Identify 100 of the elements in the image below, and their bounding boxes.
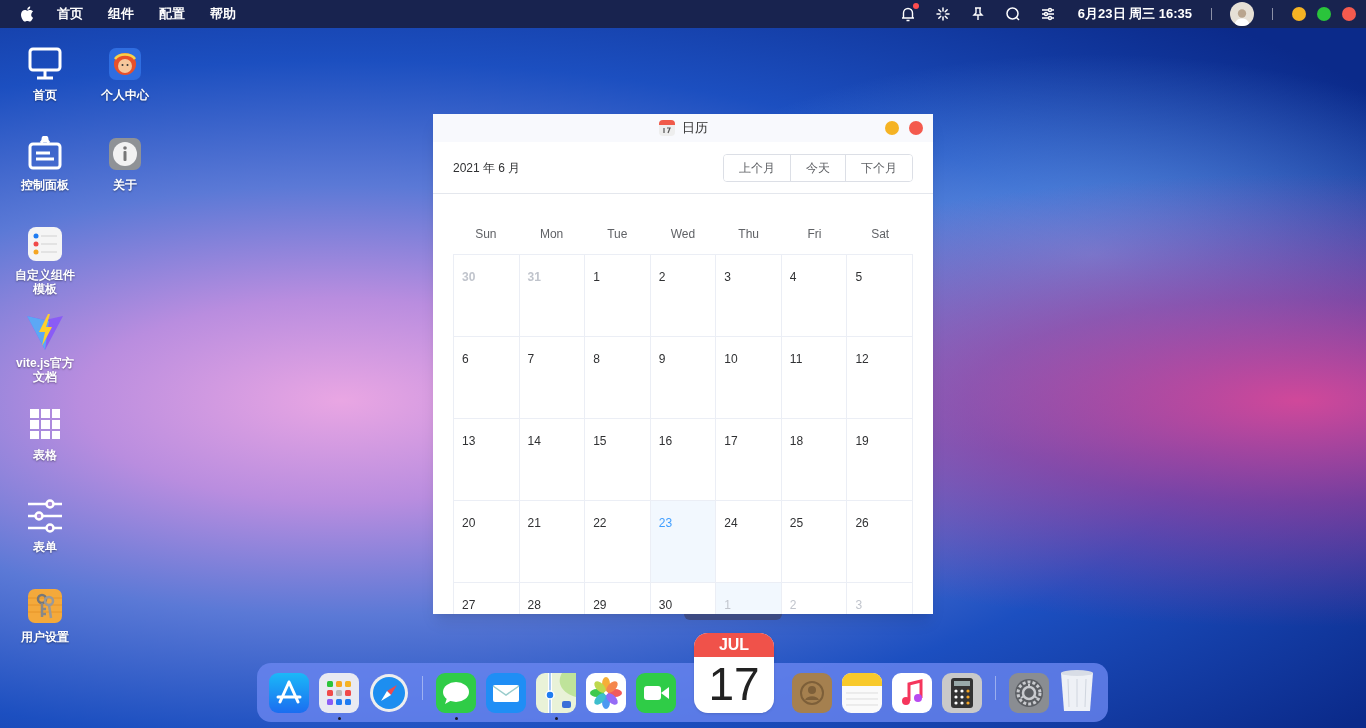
pin-icon[interactable] [969, 6, 986, 22]
day-cell[interactable]: 13 [454, 419, 520, 501]
user-avatar[interactable] [1230, 2, 1254, 26]
loading-spinner-icon[interactable] [934, 6, 951, 22]
speech-bubble-icon[interactable] [436, 673, 476, 713]
menu-item[interactable]: 组件 [108, 4, 134, 24]
calendar-day-text: 17 [708, 657, 760, 711]
day-cell[interactable]: 20 [454, 501, 520, 583]
weekday-header: Sat [871, 226, 890, 243]
day-number: 23 [658, 516, 673, 530]
weekday-header: Tue [607, 226, 628, 243]
day-cell[interactable]: 16 [650, 419, 717, 501]
weekday-header: Fri [807, 226, 822, 243]
day-cell[interactable]: 2 [650, 255, 717, 337]
day-number: 7 [527, 352, 535, 366]
day-cell[interactable]: 24 [716, 501, 782, 583]
window-resize-handle[interactable] [684, 614, 782, 620]
menu-item[interactable]: 首页 [57, 4, 83, 24]
day-cell[interactable]: 27 [454, 583, 520, 614]
day-number: 26 [855, 516, 869, 530]
envelope-icon[interactable] [486, 673, 526, 713]
notepad-icon[interactable] [842, 673, 882, 713]
day-cell[interactable]: 7 [519, 337, 586, 419]
day-cell[interactable]: 5 [847, 255, 913, 337]
desktop-icon-label[interactable]: 关于 [95, 178, 155, 192]
day-cell[interactable]: 22 [585, 501, 651, 583]
menu-item[interactable]: 帮助 [210, 4, 236, 24]
day-number: 9 [658, 352, 666, 366]
day-number: 14 [527, 434, 541, 448]
day-cell[interactable]: 30 [650, 583, 717, 614]
list-app-icon[interactable] [28, 227, 62, 261]
close-button[interactable] [909, 121, 923, 135]
day-cell[interactable]: 1 [585, 255, 651, 337]
desktop-icon-label[interactable]: 用户设置 [15, 630, 75, 644]
close-button[interactable] [1342, 7, 1356, 21]
weekday-header: Thu [738, 226, 760, 243]
desktop-icon-label[interactable]: 表单 [15, 540, 75, 554]
calendar-app-icon[interactable]: JUL 17 [694, 633, 774, 713]
month-label: 2021 年 6 月 [453, 159, 521, 177]
monitor-icon[interactable] [27, 46, 63, 82]
map-icon[interactable] [536, 673, 576, 713]
video-camera-icon[interactable] [636, 673, 676, 713]
day-cell[interactable]: 28 [519, 583, 586, 614]
calendar-icon [658, 119, 676, 137]
gear-icon[interactable] [1009, 673, 1049, 713]
settings-sliders-icon[interactable] [1039, 6, 1056, 22]
day-number: 12 [855, 352, 869, 366]
day-number: 28 [527, 598, 541, 612]
day-number: 21 [527, 516, 541, 530]
app-store-icon[interactable] [269, 673, 309, 713]
day-number: 10 [724, 352, 738, 366]
day-number: 30 [462, 270, 476, 284]
day-cell[interactable]: 12 [847, 337, 913, 419]
day-cell[interactable]: 14 [519, 419, 586, 501]
day-number: 19 [855, 434, 869, 448]
menu-item[interactable]: 配置 [159, 4, 185, 24]
day-number: 15 [593, 434, 607, 448]
day-number: 31 [527, 270, 541, 284]
grid-icon[interactable] [29, 408, 61, 440]
sliders-icon[interactable] [27, 499, 63, 533]
day-cell[interactable]: 9 [650, 337, 717, 419]
window-title: 日历 [682, 119, 708, 138]
cartoon-app-icon[interactable] [109, 48, 141, 80]
day-number: 5 [855, 270, 863, 284]
nav-button[interactable]: 下个月 [845, 154, 912, 181]
minimize-button[interactable] [1292, 7, 1306, 21]
signboard-icon[interactable] [27, 136, 63, 172]
weekday-header: Sun [475, 226, 497, 243]
keys-icon[interactable] [28, 589, 62, 623]
lightning-triangle-icon[interactable] [25, 312, 65, 352]
day-number: 22 [593, 516, 607, 530]
day-cell[interactable]: 3 [716, 255, 782, 337]
desktop-icon-label[interactable]: 首页 [15, 88, 75, 102]
day-cell[interactable]: 15 [585, 419, 651, 501]
day-cell[interactable]: 21 [519, 501, 586, 583]
day-cell[interactable]: 19 [847, 419, 913, 501]
music-note-icon[interactable] [892, 673, 932, 713]
maximize-button[interactable] [1317, 7, 1331, 21]
calculator-icon[interactable] [942, 673, 982, 713]
launchpad-icon[interactable] [319, 673, 359, 713]
flower-icon[interactable] [586, 673, 626, 713]
day-cell[interactable]: 17 [716, 419, 782, 501]
day-cell[interactable]: 11 [781, 337, 848, 419]
desktop-icon-label[interactable]: 个人中心 [95, 88, 155, 102]
day-cell[interactable]: 10 [716, 337, 782, 419]
desktop-icon-label[interactable]: 控制面板 [15, 178, 75, 192]
day-cell[interactable]: 18 [781, 419, 848, 501]
day-cell[interactable]: 4 [781, 255, 848, 337]
day-cell[interactable]: 29 [585, 583, 651, 614]
day-cell[interactable]: 8 [585, 337, 651, 419]
day-number: 8 [593, 352, 600, 366]
day-cell[interactable]: 25 [781, 501, 848, 583]
day-cell[interactable]: 6 [454, 337, 520, 419]
compass-icon[interactable] [369, 673, 409, 713]
day-cell[interactable]: 26 [847, 501, 913, 583]
notification-bell-icon[interactable] [899, 6, 916, 22]
info-icon[interactable] [109, 138, 141, 170]
trash-can-icon[interactable] [1059, 669, 1095, 713]
search-icon[interactable] [1004, 6, 1021, 22]
day-number: 25 [789, 516, 804, 530]
